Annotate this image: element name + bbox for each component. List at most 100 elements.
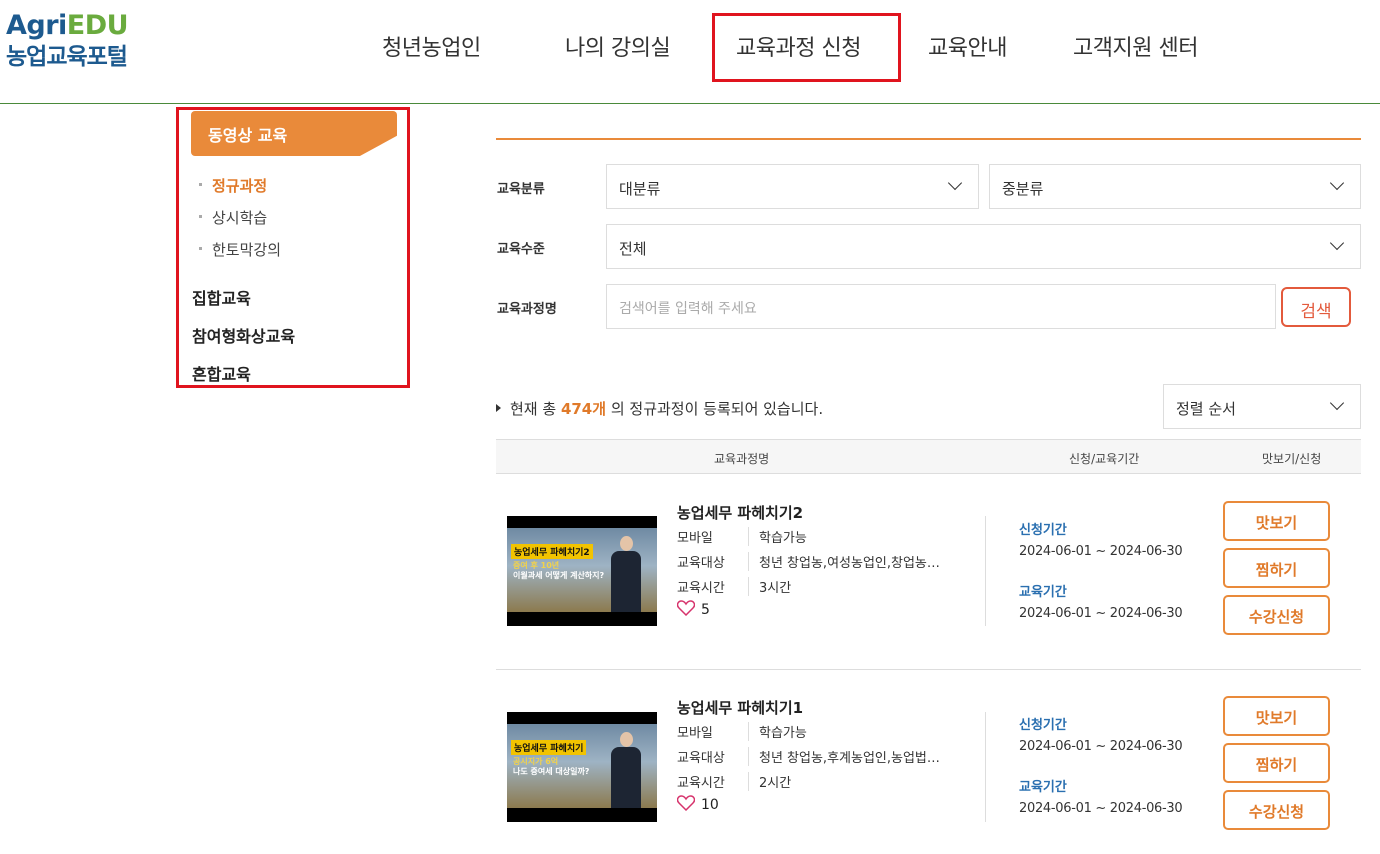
nav-youth-farmer[interactable]: 청년농업인	[382, 30, 481, 62]
like-count[interactable]: 10	[677, 795, 719, 813]
info-key: 교육시간	[677, 577, 749, 596]
thumbnail-title: 농업세무 파헤치기	[511, 740, 587, 755]
label-category: 교육분류	[497, 182, 545, 197]
logo-edu: EDU	[66, 10, 129, 41]
course-mobile: 모바일 학습가능	[677, 722, 807, 741]
course-thumbnail[interactable]: 농업세무 파헤치기2 증여 후 10년 이월과세 어떻게 계산하지?	[507, 516, 657, 626]
like-number: 10	[701, 797, 719, 813]
info-value: 학습가능	[759, 531, 807, 546]
bullet-icon	[199, 215, 202, 218]
chevron-down-icon	[947, 175, 963, 191]
enroll-button[interactable]: 수강신청	[1223, 595, 1330, 635]
select-value: 정렬 순서	[1176, 400, 1236, 418]
edu-period-date: 2024-06-01 ~ 2024-06-30	[1019, 606, 1183, 621]
logo-agri: Agri	[6, 10, 67, 41]
sidebar-item-blended[interactable]: 혼합교육	[192, 361, 251, 385]
chevron-down-icon	[1329, 175, 1345, 191]
info-value: 3시간	[759, 581, 792, 596]
wishlist-button[interactable]: 찜하기	[1223, 743, 1330, 783]
course-row: 농업세무 파헤치기2 증여 후 10년 이월과세 어떻게 계산하지? 농업세무 …	[496, 494, 1361, 670]
divider	[985, 516, 986, 626]
select-value: 전체	[619, 240, 647, 258]
info-value: 2시간	[759, 776, 792, 791]
sidebar-item-label: 정규과정	[212, 177, 268, 195]
logo-title: 농업교육포털	[6, 44, 128, 70]
edu-period-label: 교육기간	[1019, 585, 1067, 600]
major-category-select[interactable]: 대분류	[606, 164, 979, 209]
nav-my-classroom[interactable]: 나의 강의실	[565, 30, 671, 62]
sidebar-item-short[interactable]: 한토막강의	[199, 239, 281, 260]
heart-icon[interactable]	[677, 600, 695, 616]
course-target: 교육대상 청년 창업농,후계농업인,농업법…	[677, 747, 940, 766]
chevron-down-icon	[1329, 235, 1345, 251]
info-key: 모바일	[677, 527, 749, 546]
like-count[interactable]: 5	[677, 600, 710, 618]
header: AgriEDU 농업교육포털 청년농업인 나의 강의실 교육과정 신청 교육안내…	[0, 0, 1380, 104]
col-period: 신청/교육기간	[1069, 452, 1140, 466]
course-title[interactable]: 농업세무 파헤치기1	[677, 697, 803, 718]
like-number: 5	[701, 602, 710, 618]
info-value: 학습가능	[759, 726, 807, 741]
apply-period-date: 2024-06-01 ~ 2024-06-30	[1019, 544, 1183, 559]
label-level: 교육수준	[497, 242, 545, 257]
enroll-button[interactable]: 수강신청	[1223, 790, 1330, 830]
sort-select[interactable]: 정렬 순서	[1163, 384, 1361, 429]
heart-icon[interactable]	[677, 795, 695, 811]
result-count: 현재 총 474개 의 정규과정이 등록되어 있습니다.	[496, 398, 823, 419]
bullet-icon	[199, 183, 202, 186]
preview-button[interactable]: 맛보기	[1223, 501, 1330, 541]
select-value: 대분류	[619, 180, 661, 198]
course-title[interactable]: 농업세무 파헤치기2	[677, 502, 803, 523]
course-thumbnail[interactable]: 농업세무 파헤치기 공시지가 6억 나도 증여세 대상일까?	[507, 712, 657, 822]
info-key: 모바일	[677, 722, 749, 741]
col-course-name: 교육과정명	[714, 452, 770, 466]
search-button[interactable]: 검색	[1281, 287, 1351, 327]
chevron-down-icon	[1329, 395, 1345, 411]
course-time: 교육시간 3시간	[677, 577, 791, 596]
wishlist-button[interactable]: 찜하기	[1223, 548, 1330, 588]
info-key: 교육대상	[677, 552, 749, 571]
edu-period-date: 2024-06-01 ~ 2024-06-30	[1019, 801, 1183, 816]
logo[interactable]: AgriEDU 농업교육포털	[6, 10, 129, 72]
search-input[interactable]: 검색어를 입력해 주세요	[606, 284, 1276, 329]
edu-period-label: 교육기간	[1019, 780, 1067, 795]
sidebar-item-video-conf[interactable]: 참여형화상교육	[192, 323, 295, 347]
apply-period-label: 신청기간	[1019, 718, 1067, 733]
thumbnail-caption: 나도 증여세 대상일까?	[513, 767, 590, 776]
course-row: 농업세무 파헤치기 공시지가 6억 나도 증여세 대상일까? 농업세무 파헤치기…	[496, 689, 1361, 854]
count-number: 474개	[560, 400, 607, 418]
apply-period-date: 2024-06-01 ~ 2024-06-30	[1019, 739, 1183, 754]
course-time: 교육시간 2시간	[677, 772, 791, 791]
label-course-name: 교육과정명	[497, 302, 557, 317]
course-target: 교육대상 청년 창업농,여성농업인,창업농…	[677, 552, 940, 571]
bullet-icon	[199, 247, 202, 250]
divider	[496, 669, 1361, 670]
apply-period-label: 신청기간	[1019, 523, 1067, 538]
sidebar-item-always[interactable]: 상시학습	[199, 207, 267, 228]
divider	[496, 138, 1361, 140]
info-key: 교육시간	[677, 772, 749, 791]
sidebar-item-label: 한토막강의	[212, 241, 282, 259]
count-pre: 현재 총	[510, 400, 561, 418]
sidebar-head-video[interactable]: 동영상 교육	[191, 111, 397, 156]
level-select[interactable]: 전체	[606, 224, 1361, 269]
col-actions: 맛보기/신청	[1262, 452, 1322, 466]
course-mobile: 모바일 학습가능	[677, 527, 807, 546]
instructor-image	[611, 536, 641, 612]
thumbnail-title: 농업세무 파헤치기2	[511, 544, 593, 559]
sidebar-item-regular[interactable]: 정규과정	[199, 175, 267, 196]
info-value: 청년 창업농,여성농업인,창업농…	[759, 556, 940, 571]
info-value: 청년 창업농,후계농업인,농업법…	[759, 751, 940, 766]
sidebar-item-group[interactable]: 집합교육	[192, 285, 251, 309]
count-post: 의 정규과정이 등록되어 있습니다.	[606, 400, 824, 418]
divider	[985, 712, 986, 822]
nav-edu-guide[interactable]: 교육안내	[928, 30, 1007, 62]
table-header: 교육과정명 신청/교육기간 맛보기/신청	[496, 439, 1361, 474]
triangle-icon	[496, 403, 501, 412]
preview-button[interactable]: 맛보기	[1223, 696, 1330, 736]
info-key: 교육대상	[677, 747, 749, 766]
instructor-image	[611, 732, 641, 808]
minor-category-select[interactable]: 중분류	[989, 164, 1361, 209]
select-value: 중분류	[1002, 180, 1044, 198]
nav-support-center[interactable]: 고객지원 센터	[1073, 30, 1198, 62]
